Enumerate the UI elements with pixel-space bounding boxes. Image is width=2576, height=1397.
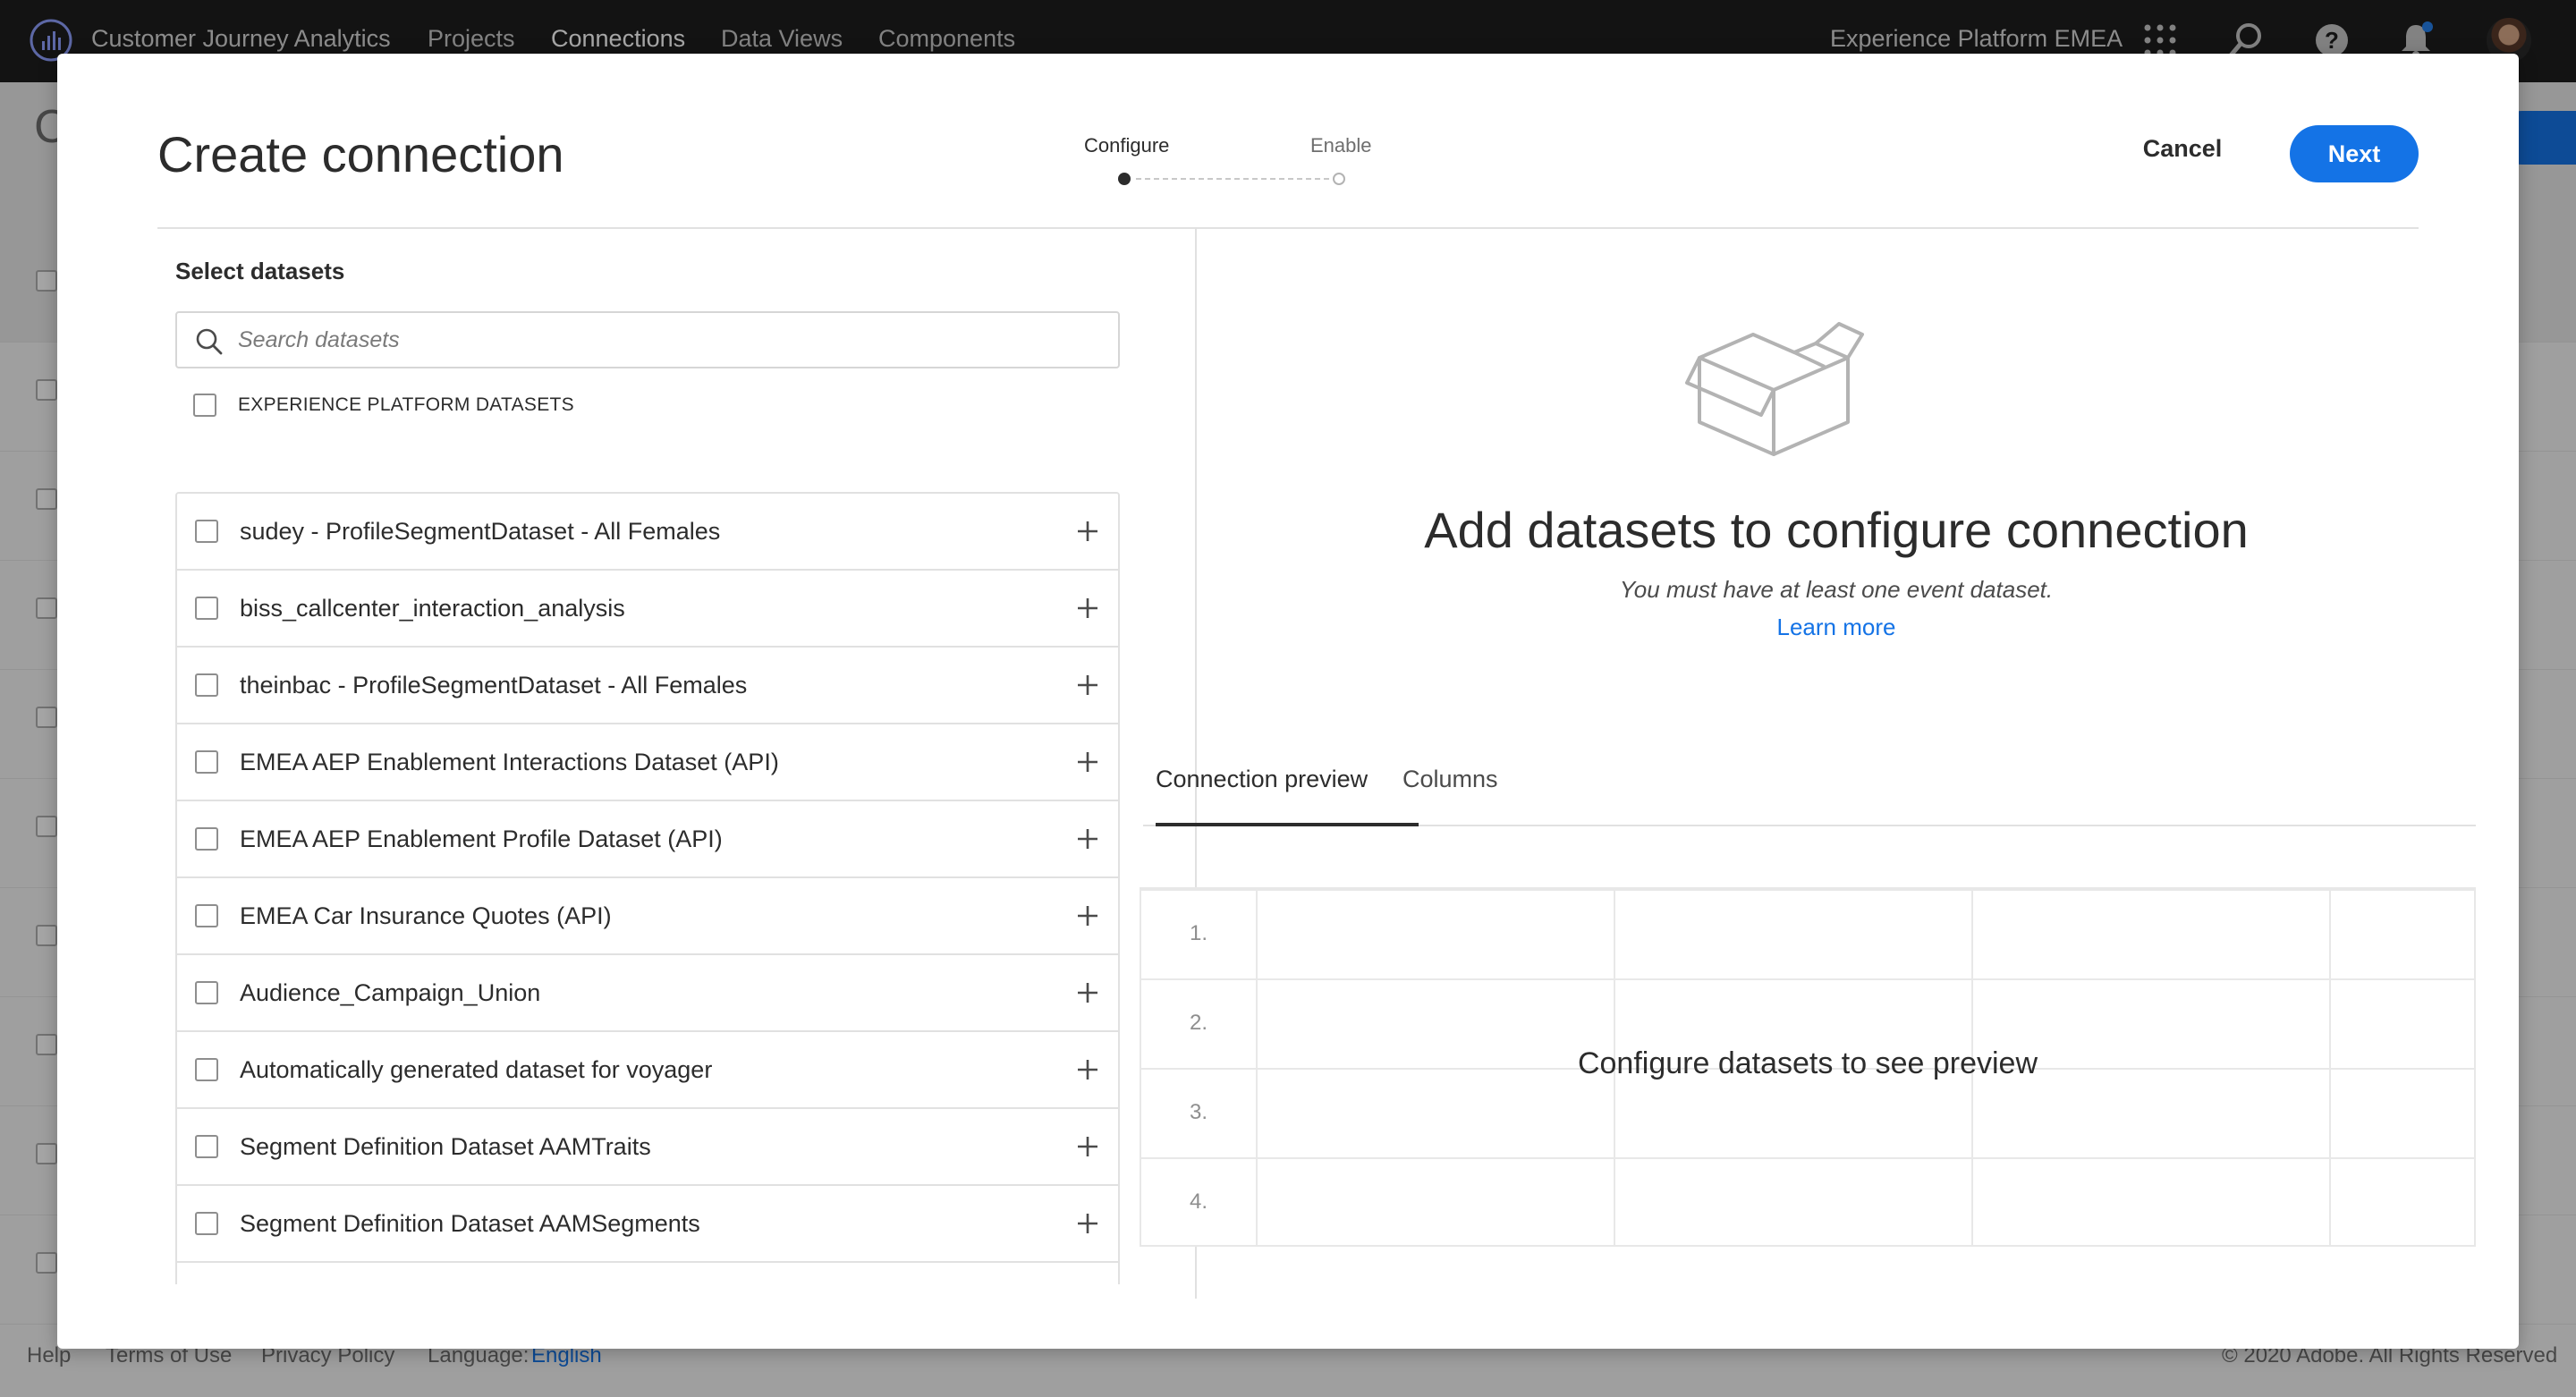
preview-row-number: 3. — [1189, 1100, 1208, 1124]
step-label-enable: Enable — [1310, 134, 1372, 157]
dataset-row[interactable]: Segment Definition Dataset AAMSegments — [177, 1186, 1118, 1263]
cancel-button[interactable]: Cancel — [2138, 125, 2227, 172]
dataset-name: EMEA AEP Enablement Interactions Dataset… — [240, 748, 779, 775]
empty-state-subtitle: You must have at least one event dataset… — [1619, 576, 2054, 603]
dataset-checkbox[interactable] — [195, 904, 218, 927]
dataset-row[interactable]: Segment Definition Dataset AAMTraits — [177, 1109, 1118, 1186]
dataset-checkbox[interactable] — [195, 597, 218, 620]
learn-more-link: Learn more — [1197, 614, 2476, 641]
dataset-checkbox[interactable] — [195, 750, 218, 774]
preview-row-number: 1. — [1189, 921, 1208, 945]
dataset-row[interactable]: EMEA Car Insurance Quotes (API) — [177, 878, 1118, 955]
preview-row-divider — [1141, 978, 2474, 980]
add-dataset-plus-icon[interactable] — [1075, 826, 1100, 851]
preview-row-number: 2. — [1189, 1011, 1208, 1035]
add-dataset-plus-icon[interactable] — [1075, 980, 1100, 1005]
preview-header-divider — [1141, 889, 2474, 891]
add-dataset-plus-icon[interactable] — [1075, 1057, 1100, 1082]
add-dataset-plus-icon[interactable] — [1075, 673, 1100, 698]
dataset-name: EMEA Car Insurance Quotes (API) — [240, 902, 612, 929]
dataset-name: sudey - ProfileSegmentDataset - All Fema… — [240, 517, 721, 545]
create-connection-dialog: Create connection Configure Enable Cance… — [57, 54, 2519, 1349]
dataset-checkbox[interactable] — [195, 827, 218, 851]
preview-placeholder-message: Configure datasets to see preview — [1577, 1046, 2038, 1080]
dataset-checkbox[interactable] — [195, 981, 218, 1004]
dataset-name: theinbac - ProfileSegmentDataset - All F… — [240, 671, 748, 698]
dataset-checkbox[interactable] — [195, 1058, 218, 1081]
step-label-configure: Configure — [1084, 134, 1170, 157]
step-indicator-enable — [1333, 173, 1345, 185]
add-dataset-plus-icon[interactable] — [1075, 596, 1100, 621]
dataset-name: biss_callcenter_interaction_analysis — [240, 594, 625, 622]
preview-row-divider — [1141, 1157, 2474, 1159]
dataset-name: Segment Definition Dataset AAMTraits — [240, 1132, 651, 1160]
empty-box-icon — [1685, 322, 1864, 456]
dataset-name: Automatically generated dataset for voya… — [240, 1055, 713, 1083]
step-indicator-configure — [1118, 173, 1131, 185]
preview-row-number: 4. — [1189, 1190, 1208, 1214]
dataset-row[interactable]: theinbac - ProfileSegmentDataset - All F… — [177, 648, 1118, 724]
add-dataset-plus-icon[interactable] — [1075, 1211, 1100, 1236]
dataset-row-partial — [177, 1263, 1118, 1284]
tab-columns[interactable]: Columns — [1402, 766, 1498, 793]
dataset-checkbox[interactable] — [195, 1212, 218, 1235]
active-tab-indicator — [1156, 823, 1419, 826]
dataset-selection-panel: Select datasets EXPERIENCE PLATFORM DATA… — [157, 229, 1195, 1284]
dataset-name: EMEA AEP Enablement Profile Dataset (API… — [240, 825, 723, 852]
dataset-row[interactable]: biss_callcenter_interaction_analysis — [177, 571, 1118, 648]
dataset-search-field[interactable] — [175, 311, 1120, 368]
select-all-datasets[interactable]: EXPERIENCE PLATFORM DATASETS — [193, 392, 574, 419]
add-dataset-plus-icon[interactable] — [1075, 749, 1100, 775]
add-dataset-plus-icon[interactable] — [1075, 903, 1100, 928]
dialog-title: Create connection — [157, 126, 564, 182]
dataset-row[interactable]: sudey - ProfileSegmentDataset - All Fema… — [177, 494, 1118, 571]
dataset-name: Segment Definition Dataset AAMSegments — [240, 1209, 700, 1237]
next-button[interactable]: Next — [2290, 125, 2419, 182]
select-all-checkbox[interactable] — [193, 394, 216, 417]
add-dataset-plus-icon[interactable] — [1075, 519, 1100, 544]
tab-connection-preview[interactable]: Connection preview — [1156, 766, 1368, 793]
add-dataset-plus-icon[interactable] — [1075, 1134, 1100, 1159]
dataset-checkbox[interactable] — [195, 673, 218, 697]
dataset-name: Audience_Campaign_Union — [240, 978, 541, 1006]
empty-state-title: Add datasets to configure connection — [1424, 502, 2249, 558]
select-all-label: EXPERIENCE PLATFORM DATASETS — [238, 394, 574, 415]
dataset-row[interactable]: Audience_Campaign_Union — [177, 955, 1118, 1032]
search-icon — [196, 328, 223, 355]
stepper-connector — [1136, 178, 1338, 180]
dataset-search-input[interactable] — [238, 322, 1097, 358]
dataset-row[interactable]: EMEA AEP Enablement Profile Dataset (API… — [177, 801, 1118, 878]
dataset-checkbox[interactable] — [195, 1135, 218, 1158]
dataset-checkbox[interactable] — [195, 520, 218, 543]
select-datasets-heading: Select datasets — [175, 258, 345, 284]
learn-more-link-text[interactable]: Learn more — [1777, 614, 1896, 640]
dataset-row[interactable]: Automatically generated dataset for voya… — [177, 1032, 1118, 1109]
dataset-list: sudey - ProfileSegmentDataset - All Fema… — [175, 492, 1120, 1284]
dataset-row[interactable]: EMEA AEP Enablement Interactions Dataset… — [177, 724, 1118, 801]
